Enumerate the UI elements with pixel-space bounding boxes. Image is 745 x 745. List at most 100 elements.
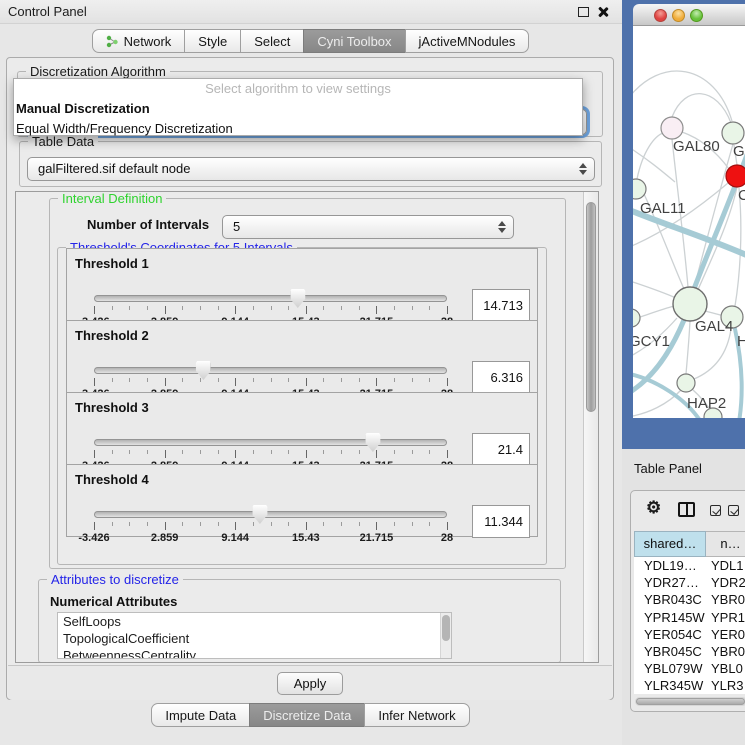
node-gal80[interactable] [661,117,683,139]
slider-tick [341,450,342,454]
table-row[interactable]: YBR045CYBR0 [634,643,745,660]
algorithm-dropdown-popup: Select algorithm to view settings Manual… [13,78,583,136]
threshold-panel: Threshold 2 -3.4262.8599.14415.4321.7152… [66,320,538,393]
scrollbar-thumb[interactable] [442,615,450,641]
table-row[interactable]: YDL19…YDL1 [634,557,745,574]
slider-tick [412,306,413,310]
table-row[interactable]: YBL079WYBL0 [634,660,745,677]
slider-thumb[interactable] [290,289,305,308]
columns-icon[interactable] [678,502,695,517]
tab-label: Style [198,34,227,49]
slider-tick [306,306,307,314]
scrollbar-thumb[interactable] [636,698,745,705]
tab-select[interactable]: Select [240,29,304,53]
slider-track[interactable] [94,439,447,446]
slider-tick [429,378,430,382]
dropdown-option-equal-width-frequency[interactable]: Equal Width/Frequency Discretization [14,119,582,139]
slider-tick-label: 9.144 [221,532,249,544]
tab-jactivemnodules[interactable]: jActiveMNodules [405,29,530,53]
network-window-titlebar[interactable] [633,4,745,26]
threshold-slider[interactable]: -3.4262.8599.14415.4321.71528 [94,363,447,393]
slider-tick [235,522,236,530]
column-header-shared-name[interactable]: shared… [634,531,706,557]
list-item[interactable]: TopologicalCoefficient [58,630,451,647]
column-header-name[interactable]: n… [706,531,745,557]
tab-style[interactable]: Style [184,29,241,53]
threshold-value-field[interactable]: 6.316 [472,361,530,394]
tab-discretize-data[interactable]: Discretize Data [249,703,365,727]
node-gcy1[interactable] [633,309,640,327]
table-row[interactable]: YBR043CYBR0 [634,591,745,608]
tab-network[interactable]: Network [92,29,186,53]
tab-infer-network[interactable]: Infer Network [364,703,469,727]
slider-track[interactable] [94,511,447,518]
slider-tick [359,378,360,382]
dropdown-placeholder-item[interactable]: Select algorithm to view settings [14,79,582,99]
slider-tick [306,522,307,530]
node-hap2[interactable] [677,374,695,392]
settings-scrollbar[interactable] [583,192,598,662]
slider-tick [218,450,219,454]
table-data-combobox[interactable]: galFiltered.sif default node [27,157,595,181]
number-of-intervals-label: Number of Intervals [87,217,209,232]
slider-tick [112,378,113,382]
slider-track[interactable] [94,295,447,302]
threshold-value-field[interactable]: 21.4 [472,433,530,466]
threshold-value-field[interactable]: 11.344 [472,505,530,538]
network-canvas[interactable]: GAL80 G C GAL11 GAL4 GCY1 H HAP2 [633,26,745,418]
threshold-slider[interactable]: -3.4262.8599.14415.4321.71528 [94,507,447,537]
slider-tick [253,378,254,382]
close-traffic-light-icon[interactable] [654,9,667,22]
threshold-slider[interactable]: -3.4262.8599.14415.4321.71528 [94,435,447,465]
panel-title: Control Panel [8,4,87,19]
apply-button[interactable]: Apply [277,672,343,695]
table-row[interactable]: YER054CYER0 [634,626,745,643]
slider-tick [94,306,95,314]
slider-tick [412,522,413,526]
slider-tick [341,306,342,310]
list-item[interactable]: BetweennessCentrality [58,647,451,659]
number-of-intervals-combobox[interactable]: 5 [222,215,514,239]
node-gal11[interactable] [633,179,646,199]
slider-tick [200,378,201,382]
node-selected-red[interactable] [726,165,745,187]
node-label: GAL4 [695,318,733,335]
scrollbar-thumb[interactable] [586,202,596,412]
node-gal4[interactable] [673,287,707,321]
slider-tick-label: 15.43 [292,532,320,544]
slider-thumb[interactable] [365,433,380,452]
minimize-traffic-light-icon[interactable] [672,9,685,22]
slider-thumb[interactable] [196,361,211,380]
checkbox-icon[interactable] [728,505,739,516]
bottom-tabbar: Impute Data Discretize Data Infer Networ… [0,703,622,727]
list-item[interactable]: SelfLoops [58,613,451,630]
zoom-traffic-light-icon[interactable] [690,9,703,22]
slider-tick [129,522,130,526]
slider-track[interactable] [94,367,447,374]
threshold-value-field[interactable]: 14.713 [472,289,530,322]
slider-tick [218,522,219,526]
tab-cyni-toolbox[interactable]: Cyni Toolbox [303,29,405,53]
checkbox-icon[interactable] [710,505,721,516]
gear-icon[interactable] [646,498,661,518]
horizontal-scrollbar[interactable] [635,697,745,706]
node-partial-top-right[interactable] [722,122,744,144]
slider-thumb[interactable] [252,505,267,524]
tab-impute-data[interactable]: Impute Data [151,703,250,727]
table-row[interactable]: YDR27…YDR2 [634,574,745,591]
cell: YLR345W [634,677,706,694]
slider-tick [129,306,130,310]
list-scrollbar[interactable] [440,613,451,658]
slider-tick [271,450,272,454]
threshold-slider[interactable]: -3.4262.8599.14415.4321.71528 [94,291,447,321]
attributes-list[interactable]: SelfLoops TopologicalCoefficient Between… [57,612,452,659]
table-row[interactable]: YLR345WYLR3 [634,677,745,694]
threshold-panel: Threshold 4 -3.4262.8599.14415.4321.7152… [66,464,538,537]
slider-tick [429,450,430,454]
combobox-value: galFiltered.sif default node [38,158,190,180]
cell: YBL0 [706,660,745,677]
close-icon[interactable] [597,6,609,18]
float-window-icon[interactable] [578,7,589,17]
dropdown-option-manual-discretization[interactable]: Manual Discretization [14,99,582,119]
table-row[interactable]: YPR145WYPR1 [634,609,745,626]
